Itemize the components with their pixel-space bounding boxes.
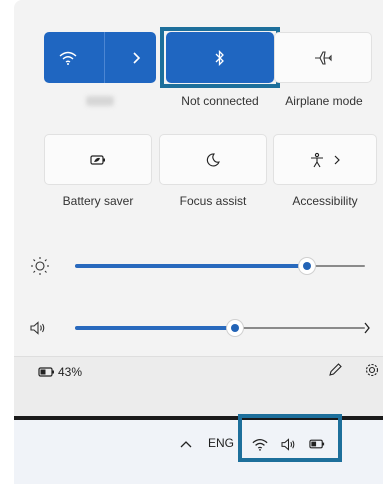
accessibility-tile[interactable] (273, 134, 377, 185)
quick-settings-panel: Not connected Airplane mode Battery save… (14, 0, 383, 416)
accessibility-label: Accessibility (292, 194, 358, 208)
airplane-tile[interactable] (274, 32, 372, 83)
taskbar: ENG (14, 414, 383, 484)
gear-icon[interactable] (364, 362, 380, 378)
chevron-right-icon[interactable] (131, 51, 141, 64)
battery-saver-tile[interactable] (44, 134, 152, 185)
wifi-icon[interactable] (59, 51, 77, 65)
speaker-icon[interactable] (30, 321, 46, 335)
chevron-right-icon[interactable] (333, 155, 341, 165)
battery-saver-label: Battery saver (62, 194, 134, 208)
airplane-label: Airplane mode (285, 94, 363, 108)
focus-assist-tile[interactable] (159, 134, 267, 185)
brightness-slider-row (30, 251, 370, 281)
bluetooth-label: Not connected (181, 94, 259, 108)
brightness-icon (30, 256, 50, 276)
brightness-thumb[interactable] (299, 258, 315, 274)
moon-icon (206, 152, 220, 167)
battery-icon[interactable] (38, 366, 56, 378)
brightness-fill (75, 264, 307, 268)
language-indicator[interactable]: ENG (208, 436, 234, 450)
battery-saver-icon (90, 154, 106, 166)
accessibility-icon (309, 152, 325, 168)
bluetooth-highlight (160, 27, 280, 88)
chevron-right-icon[interactable] (363, 322, 371, 334)
pencil-icon[interactable] (327, 362, 343, 378)
volume-slider-row (30, 313, 370, 343)
quick-settings-footer: 43% (14, 356, 383, 416)
chevron-up-icon[interactable] (180, 440, 192, 448)
tile-divider (103, 32, 105, 83)
focus-assist-label: Focus assist (179, 194, 247, 208)
battery-percent: 43% (58, 365, 83, 379)
system-tray-highlight (238, 414, 342, 462)
airplane-icon (314, 50, 332, 66)
volume-thumb[interactable] (226, 320, 243, 336)
wifi-tile[interactable] (44, 32, 156, 83)
volume-fill (75, 326, 235, 330)
wifi-network-name (86, 96, 114, 106)
